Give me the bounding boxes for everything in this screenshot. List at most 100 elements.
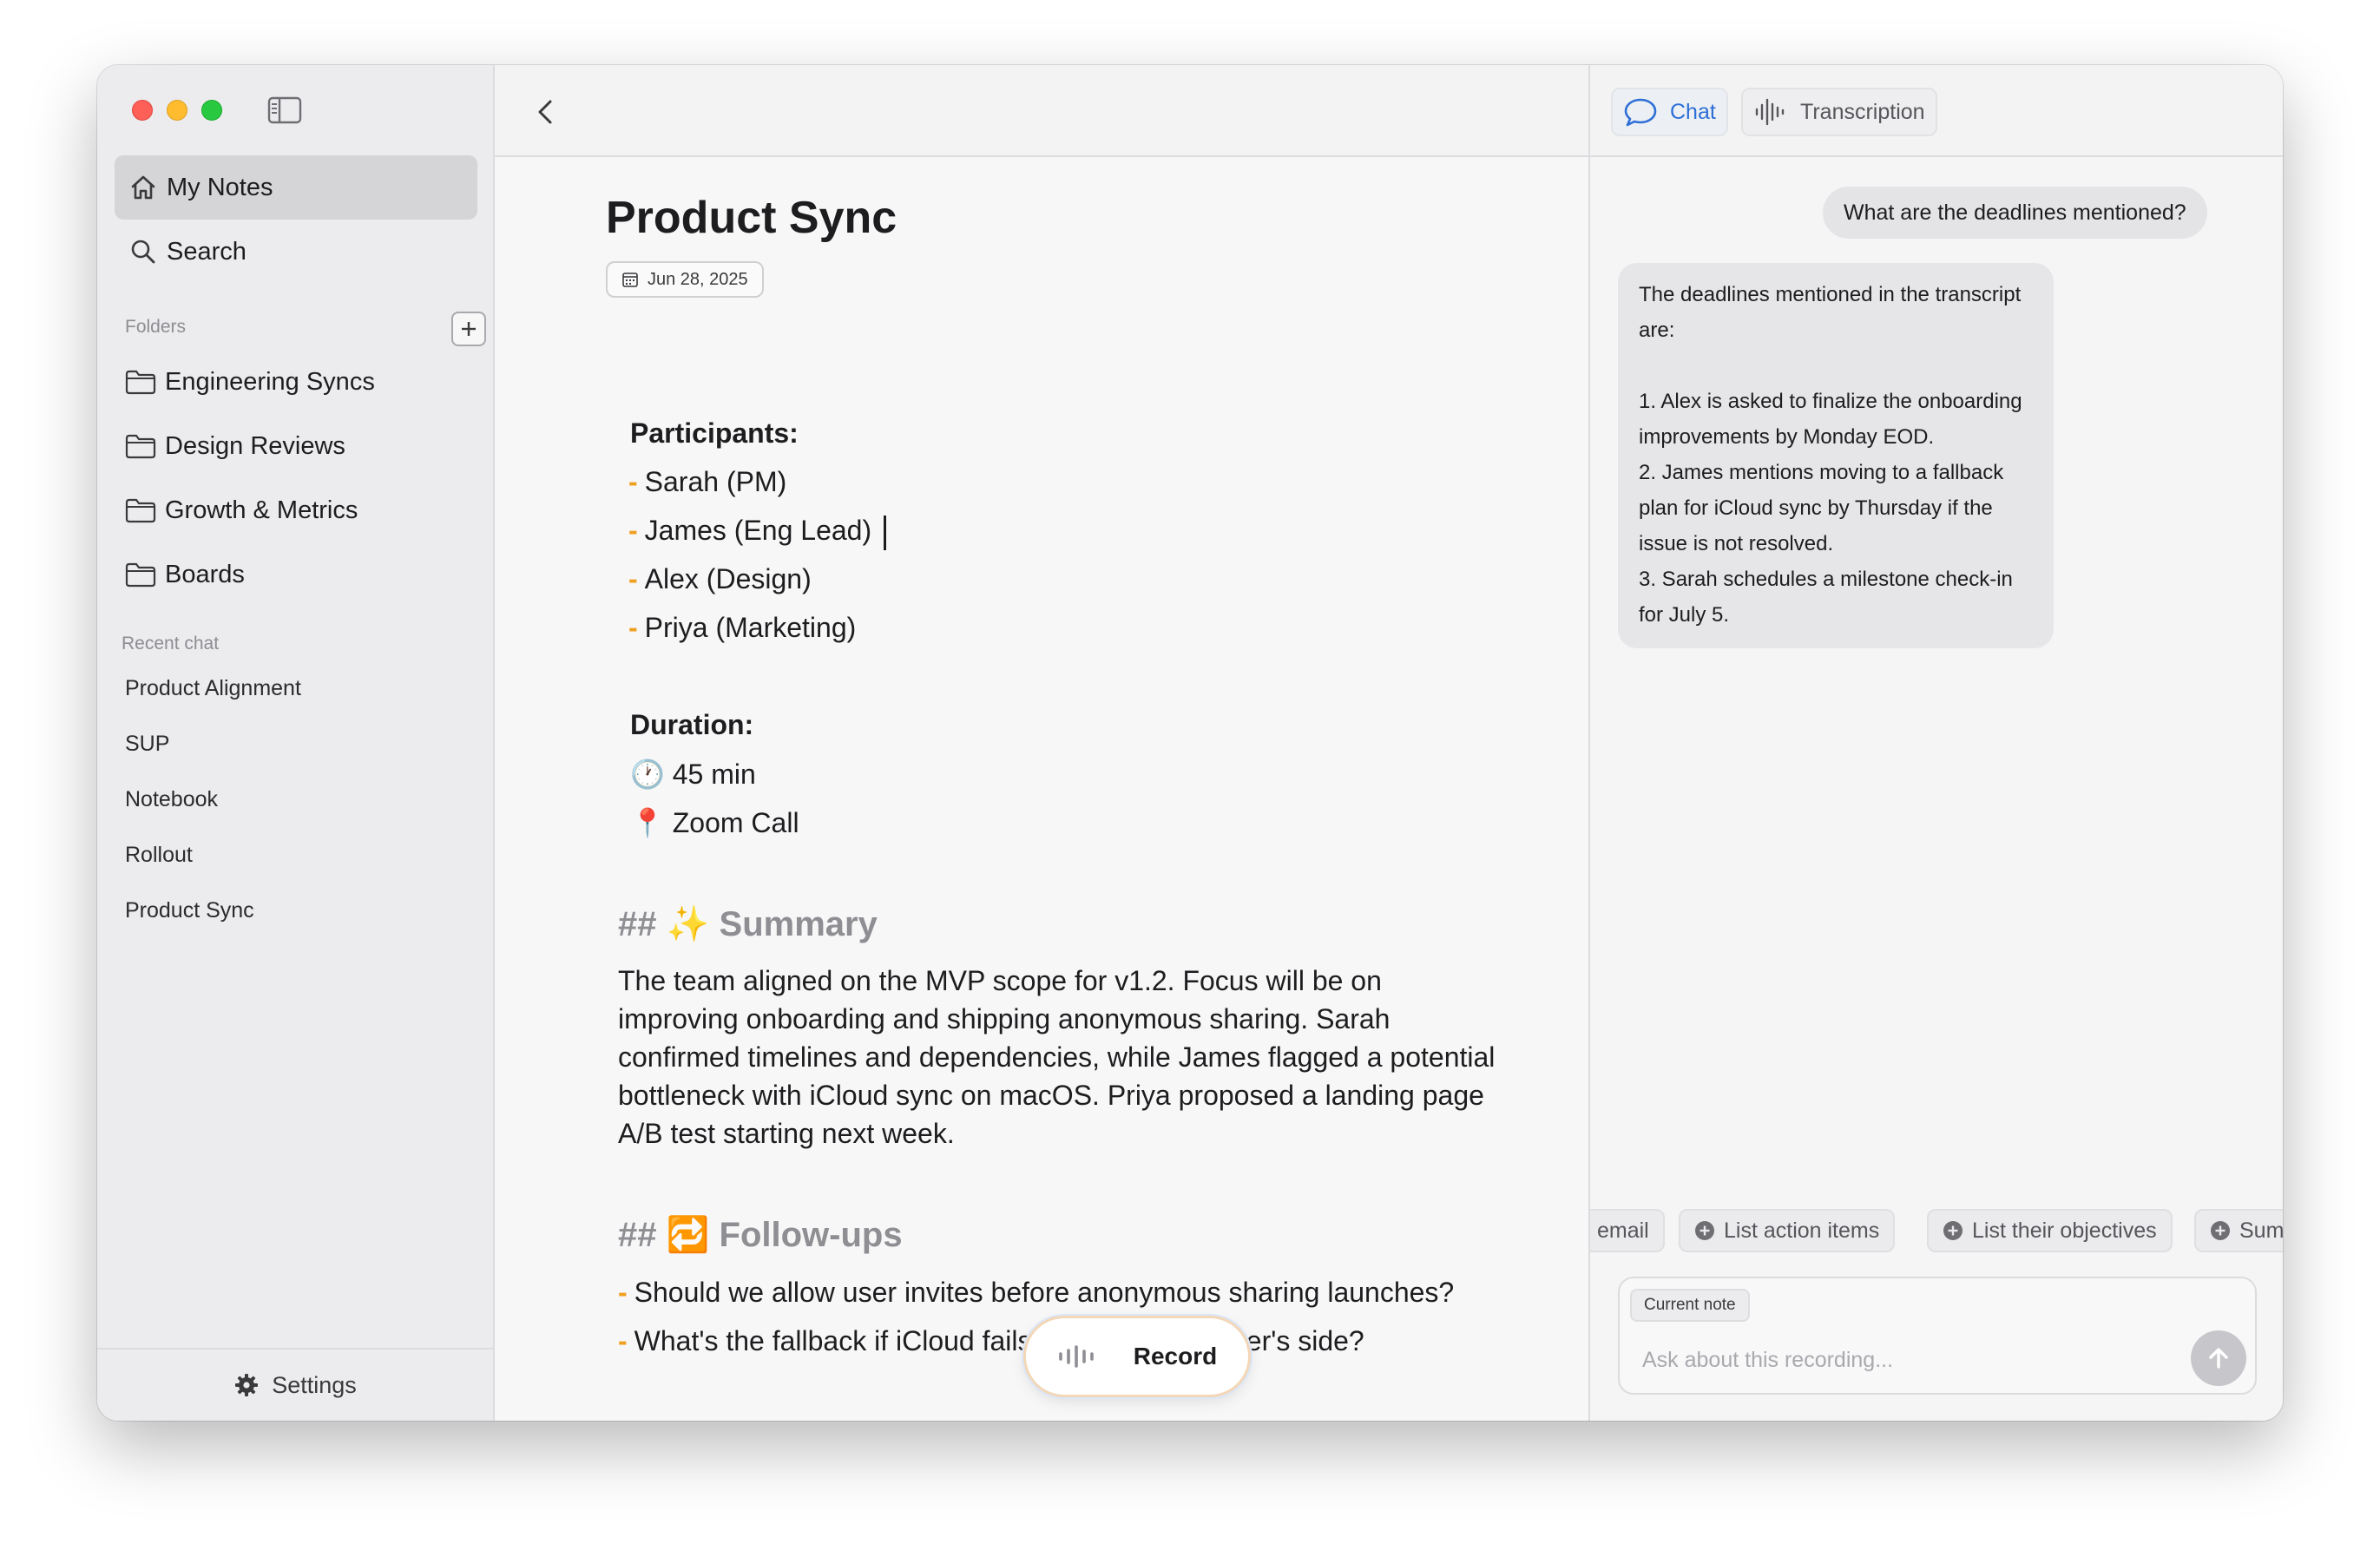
location-value: Zoom Call [672,807,799,838]
chat-bubble-icon [1624,98,1657,127]
clock-icon: 🕐 [630,759,665,790]
home-icon [131,175,155,200]
chat-panel: Chat Transcription What are the deadline… [1590,65,2283,1421]
followup-item: - What's the fallback if iCloud fails sil… [618,1325,1364,1357]
folder-engineering-syncs[interactable]: Engineering Syncs [125,358,375,406]
folder-label: Growth & Metrics [165,496,358,524]
participants-label: Participants: [630,417,799,449]
recent-chat-item[interactable]: Product Alignment [125,676,301,701]
followup-text: What's the fallback if iCloud fails sile… [634,1325,1364,1356]
context-chip[interactable]: Current note [1630,1289,1750,1322]
zoom-window-button[interactable] [201,100,222,121]
recent-chat-item[interactable]: Product Sync [125,898,254,923]
bullet-dash: - [628,515,638,546]
add-folder-button[interactable] [451,312,486,346]
close-window-button[interactable] [132,100,153,121]
sidebar: My Notes Search Folders Engineering Sync… [97,65,495,1421]
recent-chat-section-label: Recent chat [122,634,220,653]
note-editor: Product Sync Jun 28, 2025 Participants: … [495,65,1590,1421]
participant-name: Sarah (PM) [644,466,787,497]
note-date: Jun 28, 2025 [648,269,748,289]
waveform-icon [1058,1345,1094,1368]
folder-icon [125,498,156,523]
folder-icon [125,434,156,459]
pin-icon: 📍 [630,807,665,838]
suggestion-label: List their objectives [1972,1218,2157,1243]
record-button[interactable]: Record [1026,1318,1248,1395]
nav-search-label: Search [167,237,247,266]
bullet-dash: - [618,1277,628,1308]
participant-name: James (Eng Lead) [644,515,872,546]
folder-label: Boards [165,560,245,588]
suggestion-chip[interactable]: List action items [1679,1209,1896,1252]
followup-text: Should we allow user invites before anon… [634,1277,1455,1308]
folder-label: Design Reviews [165,431,345,460]
summary-paragraph: The team aligned on the MVP scope for v1… [618,965,1496,1149]
plus-circle-icon [1943,1221,1963,1240]
nav-my-notes-label: My Notes [167,173,273,201]
bullet-dash: - [628,612,638,643]
participant-name: Priya (Marketing) [644,612,857,643]
duration-label: Duration: [630,709,754,740]
followup-item: - Should we allow user invites before ano… [618,1277,1454,1309]
folder-label: Engineering Syncs [165,367,375,396]
search-icon [131,240,155,264]
recent-chat-item[interactable]: Notebook [125,787,218,812]
send-button[interactable] [2191,1330,2246,1386]
assistant-message-bubble: The deadlines mentioned in the transcrip… [1618,263,2054,648]
chat-composer: Current note [1618,1277,2257,1395]
record-label: Record [1133,1343,1218,1369]
chat-input[interactable] [1642,1343,2180,1377]
bullet-dash: - [628,466,638,497]
recent-chat-item[interactable]: SUP [125,732,169,757]
tab-chat-label: Chat [1670,99,1716,124]
participant-item: - Sarah (PM) [628,466,786,498]
arrow-up-icon [2209,1348,2228,1369]
nav-my-notes[interactable]: My Notes [115,155,477,220]
plus-circle-icon [2211,1221,2230,1240]
calendar-icon [622,273,638,287]
tab-chat[interactable]: Chat [1611,88,1728,136]
nav-search[interactable]: Search [115,220,477,284]
folder-boards[interactable]: Boards [125,550,245,599]
participant-item: - Alex (Design) [628,563,812,595]
duration-value: 45 min [672,759,756,790]
suggestion-label: Summ [2239,1218,2283,1243]
suggestion-chip[interactable]: List their objectives [1927,1209,2173,1252]
user-message-bubble: What are the deadlines mentioned? [1823,187,2207,239]
bullet-dash: - [618,1325,628,1356]
suggestion-chips: email List action items List their objec… [1590,1209,2283,1252]
suggestion-label: List action items [1724,1218,1880,1243]
folder-growth-metrics[interactable]: Growth & Metrics [125,486,358,535]
followups-heading: ## 🔁 Follow-ups [618,1216,903,1254]
location-row: 📍 Zoom Call [630,806,799,839]
folder-design-reviews[interactable]: Design Reviews [125,422,345,470]
summary-heading: ## ✨ Summary [618,905,878,943]
suggestion-chip[interactable]: email [1590,1209,1665,1252]
waveform-icon [1755,98,1785,126]
plus-icon [462,322,476,336]
minimize-window-button[interactable] [167,100,187,121]
participant-item: - James (Eng Lead) [628,515,887,550]
tab-transcription[interactable]: Transcription [1741,88,1937,136]
editor-toolbar [495,65,1588,157]
settings-button[interactable]: Settings [97,1348,493,1421]
duration-row: 🕐 45 min [630,758,756,791]
date-chip[interactable]: Jun 28, 2025 [606,261,764,298]
bullet-dash: - [628,563,638,594]
note-title[interactable]: Product Sync [606,192,897,244]
suggestion-label: email [1597,1218,1649,1243]
participant-item: - Priya (Marketing) [628,612,856,644]
suggestion-chip[interactable]: Summ [2194,1209,2283,1252]
chat-toolbar: Chat Transcription [1590,65,2283,157]
recent-chat-item[interactable]: Rollout [125,843,193,868]
folder-icon [125,562,156,588]
plus-circle-icon [1695,1221,1714,1240]
settings-label: Settings [272,1371,357,1398]
sidebar-toggle-icon[interactable] [267,96,302,124]
back-chevron-icon[interactable] [529,95,561,129]
app-window: My Notes Search Folders Engineering Sync… [97,65,2283,1421]
tab-transcription-label: Transcription [1800,99,1925,124]
text-cursor [884,515,887,550]
folders-section-label: Folders [125,317,187,337]
